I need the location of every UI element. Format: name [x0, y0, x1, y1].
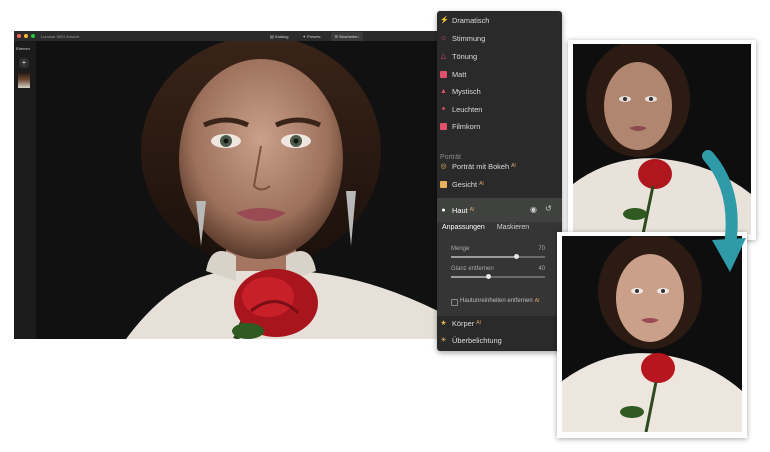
tool-filmkorn[interactable]: Filmkorn: [440, 119, 480, 133]
slider-value-menge: 70: [538, 246, 545, 252]
tool-gesicht[interactable]: Gesicht AI: [440, 177, 484, 191]
tab-katalog[interactable]: ▤ Katalog: [266, 32, 292, 41]
tool-label: Filmkorn: [452, 121, 481, 131]
slider-fill: [451, 256, 517, 258]
slider-label-glanz: Glanz entfernen: [451, 266, 494, 272]
ai-badge: AI: [511, 163, 516, 169]
tool-label: Überbelichtung: [452, 335, 502, 345]
tool-label: Mystisch: [452, 86, 481, 96]
eye-icon[interactable]: ◉: [530, 205, 537, 214]
body-icon: ★: [440, 319, 447, 327]
checkbox-label: Hautunreinheiten entfernen AI: [460, 298, 540, 304]
ai-badge: AI: [469, 207, 475, 213]
layer-thumbnail[interactable]: [18, 73, 30, 88]
tool-stimmung[interactable]: ☺ Stimmung: [440, 31, 485, 45]
add-layer-button[interactable]: +: [19, 58, 29, 68]
haut-tabs: Anpassungen Maskieren: [442, 224, 529, 231]
mode-switcher: ▤ Katalog ✦ Presets ☰ Bearbeiten: [266, 32, 363, 41]
tool-label: Stimmung: [452, 33, 486, 43]
matte-icon: [440, 70, 447, 78]
tool-dramatisch[interactable]: ⚡ Dramatisch: [440, 13, 489, 27]
tools-panel: ⚡ Dramatisch ☺ Stimmung △ Tönung Matt ▲ …: [437, 11, 562, 351]
tool-label: Matt: [452, 69, 467, 79]
slider-value-glanz: 40: [538, 266, 545, 272]
mystic-icon: ▲: [440, 87, 447, 95]
slider-label-menge: Menge: [451, 246, 470, 252]
tool-portrait-bokeh[interactable]: ◎ Porträt mit Bokeh AI: [440, 159, 516, 173]
overexposure-icon: ☀: [440, 336, 447, 344]
ai-badge: AI: [476, 320, 481, 326]
tool-matt[interactable]: Matt: [440, 67, 466, 81]
tab-bearbeiten[interactable]: ☰ Bearbeiten: [330, 32, 363, 41]
main-photo: [36, 41, 438, 339]
tool-koerper[interactable]: ★ Körper AI: [440, 316, 481, 330]
tool-label: Tönung: [452, 51, 478, 61]
window-title: Luminar NEO Ansicht: [41, 33, 80, 39]
tool-toenung[interactable]: △ Tönung: [440, 49, 477, 63]
tab-maskieren[interactable]: Maskieren: [497, 224, 529, 231]
maximize-window-button[interactable]: [31, 34, 35, 38]
tool-mystisch[interactable]: ▲ Mystisch: [440, 84, 481, 98]
tool-ueberbelichtung[interactable]: ☀ Überbelichtung: [440, 333, 502, 347]
title-bar: Luminar NEO Ansicht ▤ Katalog ✦ Presets …: [14, 31, 440, 41]
reset-icon[interactable]: ↺: [545, 204, 552, 213]
tool-leuchten[interactable]: ✦ Leuchten: [440, 102, 483, 116]
tool-label: Porträt mit Bokeh: [452, 161, 510, 171]
tool-label: Gesicht: [452, 179, 478, 189]
tab-presets[interactable]: ✦ Presets: [298, 32, 324, 41]
face-icon: [440, 180, 447, 188]
tool-label: Haut: [452, 205, 468, 215]
tool-label: Körper: [452, 318, 475, 328]
slider-glanz[interactable]: [451, 274, 545, 279]
bokeh-icon: ◎: [440, 162, 447, 170]
glow-icon: ✦: [440, 105, 447, 113]
tool-label: Dramatisch: [452, 15, 490, 25]
ai-badge: AI: [479, 181, 484, 187]
tool-haut[interactable]: ● Haut AI: [440, 203, 474, 217]
skin-icon: ●: [441, 206, 446, 214]
checkbox-hautunreinheiten[interactable]: [451, 299, 458, 306]
minimize-window-button[interactable]: [24, 34, 28, 38]
close-window-button[interactable]: [17, 34, 21, 38]
before-after-arrow-icon: [702, 150, 746, 272]
slider-menge[interactable]: [451, 254, 545, 259]
tool-label: Leuchten: [452, 104, 483, 114]
layers-strip: Ebenen +: [14, 41, 36, 339]
lightning-icon: ⚡: [440, 16, 449, 24]
film-grain-icon: [440, 122, 447, 130]
mood-icon: ☺: [440, 34, 448, 42]
layers-label: Ebenen: [16, 46, 30, 51]
tab-anpassungen[interactable]: Anpassungen: [442, 224, 485, 231]
toning-icon: △: [440, 52, 447, 60]
slider-fill: [451, 276, 489, 278]
